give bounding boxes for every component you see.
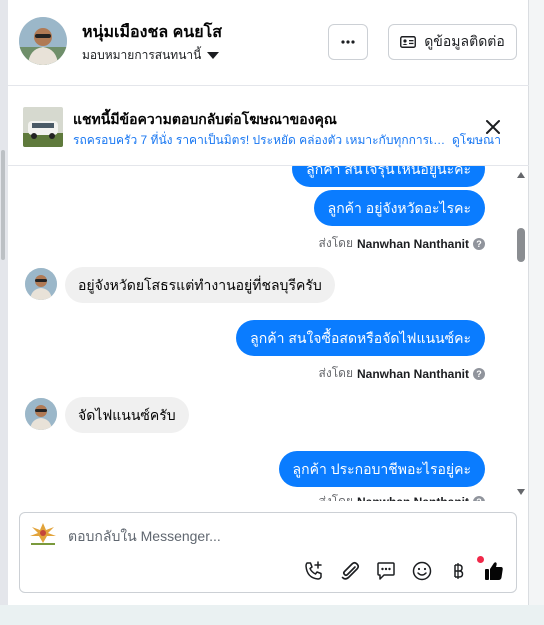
- close-icon: [486, 120, 500, 134]
- bottom-background: [0, 605, 544, 625]
- scroll-down-arrow-icon[interactable]: [517, 489, 525, 495]
- baht-payment-icon: [454, 563, 464, 579]
- message-bubble-incoming[interactable]: อยู่จังหวัดยโสธรแต่ทำงานอยู่ที่ชลบุรีครั…: [65, 267, 335, 303]
- info-icon[interactable]: ?: [473, 237, 485, 250]
- info-icon[interactable]: ?: [473, 367, 485, 380]
- like-button[interactable]: [482, 559, 506, 583]
- chat-bubble-icon: [377, 562, 395, 580]
- conversation-header: หนุ่มเมืองชล คนยโส มอบหมายการสนทนานี้ ดู…: [8, 0, 529, 86]
- more-options-button[interactable]: [328, 24, 368, 60]
- message-bubble-outgoing[interactable]: ลูกค้า อยู่จังหวัดอะไรคะ: [313, 190, 485, 226]
- thumbs-up-icon: [485, 562, 503, 580]
- emoji-button[interactable]: [410, 559, 434, 583]
- sent-by-name: Nanwhan Nanthanit: [356, 236, 469, 251]
- info-icon[interactable]: ?: [473, 495, 485, 501]
- sent-by-prefix: ส่งโดย: [318, 494, 353, 501]
- sent-by-prefix: ส่งโดย: [318, 366, 353, 380]
- sent-by-line: ส่งโดย Nanwhan Nanthanit ?: [319, 364, 485, 383]
- message-list[interactable]: ลูกค้า สนใจรุ่นไหนอยู่นะคะ ลูกค้า อยู่จั…: [8, 166, 529, 501]
- sent-by-name: Nanwhan Nanthanit: [357, 495, 469, 502]
- reply-input[interactable]: ตอบกลับใน Messenger...: [68, 526, 221, 548]
- contact-avatar[interactable]: [19, 17, 67, 65]
- sent-by-prefix: ส่งโดย: [318, 236, 353, 250]
- message-composer[interactable]: ตอบกลับใน Messenger...: [19, 512, 517, 593]
- add-call-icon: [305, 561, 322, 580]
- message-scrollbar-thumb[interactable]: [517, 228, 525, 262]
- assign-label: มอบหมายการสนทนานี้: [82, 48, 202, 62]
- attach-button[interactable]: [338, 559, 362, 583]
- assign-conversation-dropdown[interactable]: มอบหมายการสนทนานี้: [82, 46, 220, 65]
- right-background: [529, 0, 544, 625]
- message-bubble-incoming[interactable]: จัดไฟแนนซ์ครับ: [65, 397, 189, 433]
- message-bubble-outgoing[interactable]: ลูกค้า สนใจซื้อสดหรือจัดไฟแนนซ์คะ: [236, 320, 485, 356]
- sent-by-line: ส่งโดย Nanwhan Nanthanit ?: [319, 234, 485, 253]
- ad-reply-banner: แชทนี้มีข้อความตอบกลับต่อโฆษณาของคุณ รถค…: [8, 86, 529, 166]
- message-bubble-outgoing[interactable]: ลูกค้า ประกอบาชีพอะไรอยู่คะ: [278, 451, 485, 487]
- contact-info-label: ดูข้อมูลติดต่อ: [424, 33, 505, 49]
- left-scrollbar-thumb[interactable]: [1, 150, 5, 260]
- payment-button[interactable]: [446, 559, 470, 583]
- sender-avatar: [25, 398, 57, 430]
- add-call-button[interactable]: [302, 559, 326, 583]
- ad-thumbnail[interactable]: [23, 107, 63, 147]
- scroll-up-arrow-icon[interactable]: [517, 172, 525, 178]
- contact-card-icon: [400, 36, 417, 48]
- conversation-panel: หนุ่มเมืองชล คนยโส มอบหมายการสนทนานี้ ดู…: [8, 0, 529, 605]
- paperclip-icon: [341, 561, 360, 580]
- left-scroll-track: [0, 0, 8, 625]
- caret-down-icon: [207, 52, 220, 59]
- sent-by-name: Nanwhan Nanthanit: [356, 366, 469, 381]
- ad-banner-title: แชทนี้มีข้อความตอบกลับต่อโฆษณาของคุณ: [73, 111, 337, 127]
- emoji-icon: [412, 561, 432, 581]
- sender-avatar: [25, 268, 57, 300]
- saved-replies-button[interactable]: [374, 559, 398, 583]
- sent-by-line: ส่งโดย Nanwhan Nanthanit ?: [319, 492, 485, 501]
- page-logo: [28, 521, 58, 547]
- close-banner-button[interactable]: [483, 117, 503, 137]
- contact-name: หนุ่มเมืองชล คนยโส: [82, 24, 222, 41]
- more-dots-icon: [341, 40, 355, 44]
- ad-banner-description: รถครอบครัว 7 ที่นั่ง ราคาเป็นมิตร! ประหย…: [73, 133, 449, 147]
- message-bubble-outgoing[interactable]: ลูกค้า สนใจรุ่นไหนอยู่นะคะ: [292, 166, 485, 187]
- view-contact-info-button[interactable]: ดูข้อมูลติดต่อ: [388, 24, 517, 60]
